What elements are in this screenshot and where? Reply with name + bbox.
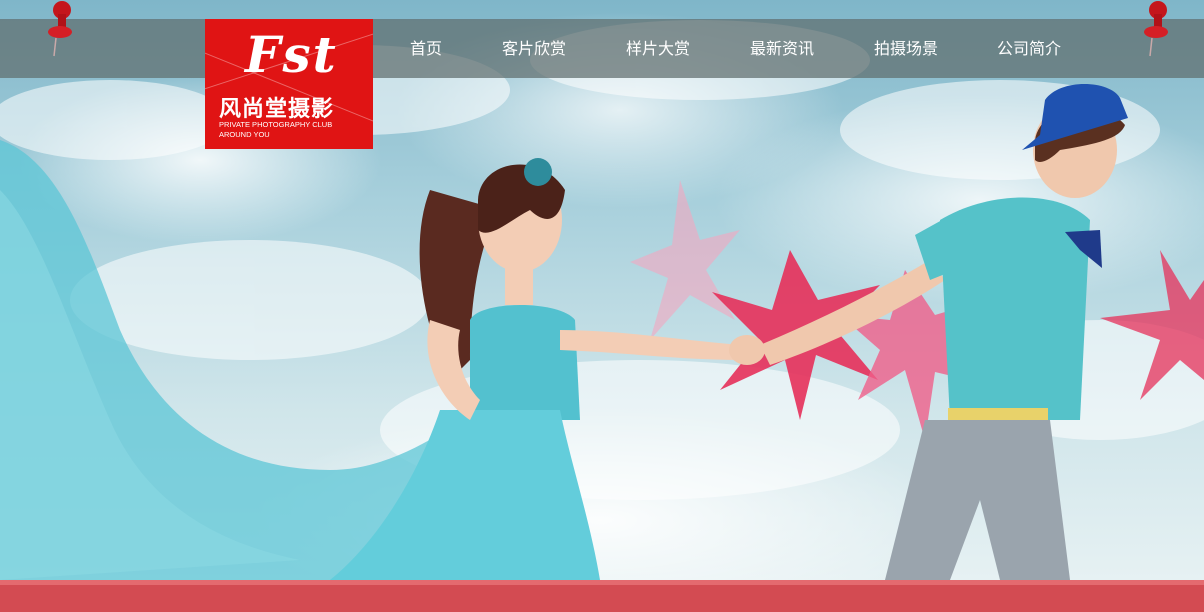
logo-tagline-line1: PRIVATE PHOTOGRAPHY CLUB <box>219 120 333 129</box>
push-pin-right-icon <box>1142 0 1172 60</box>
nav-item-news[interactable]: 最新资讯 <box>750 19 814 78</box>
push-pin-left-icon <box>46 0 76 60</box>
nav-item-scenes[interactable]: 拍摄场景 <box>874 19 938 78</box>
logo-tagline: PRIVATE PHOTOGRAPHY CLUB AROUND YOU <box>219 120 332 140</box>
bottom-accent-bar <box>0 580 1204 612</box>
nav-item-home[interactable]: 首页 <box>410 19 442 78</box>
logo-name: 风尚堂摄影 <box>219 97 335 122</box>
starfish-pale <box>630 180 740 340</box>
site-logo[interactable]: Fst 风尚堂摄影 PRIVATE PHOTOGRAPHY CLUB AROUN… <box>205 19 373 149</box>
logo-mark: Fst <box>245 25 338 84</box>
hero-illustration <box>0 20 1204 580</box>
nav-item-about[interactable]: 公司简介 <box>997 19 1061 78</box>
logo-tagline-line2: AROUND YOU <box>219 130 270 139</box>
nav-item-samples[interactable]: 样片大赏 <box>626 19 690 78</box>
bottom-accent-edge <box>0 580 1204 585</box>
nav-item-client-gallery[interactable]: 客片欣赏 <box>502 19 566 78</box>
hero-banner <box>0 0 1204 580</box>
